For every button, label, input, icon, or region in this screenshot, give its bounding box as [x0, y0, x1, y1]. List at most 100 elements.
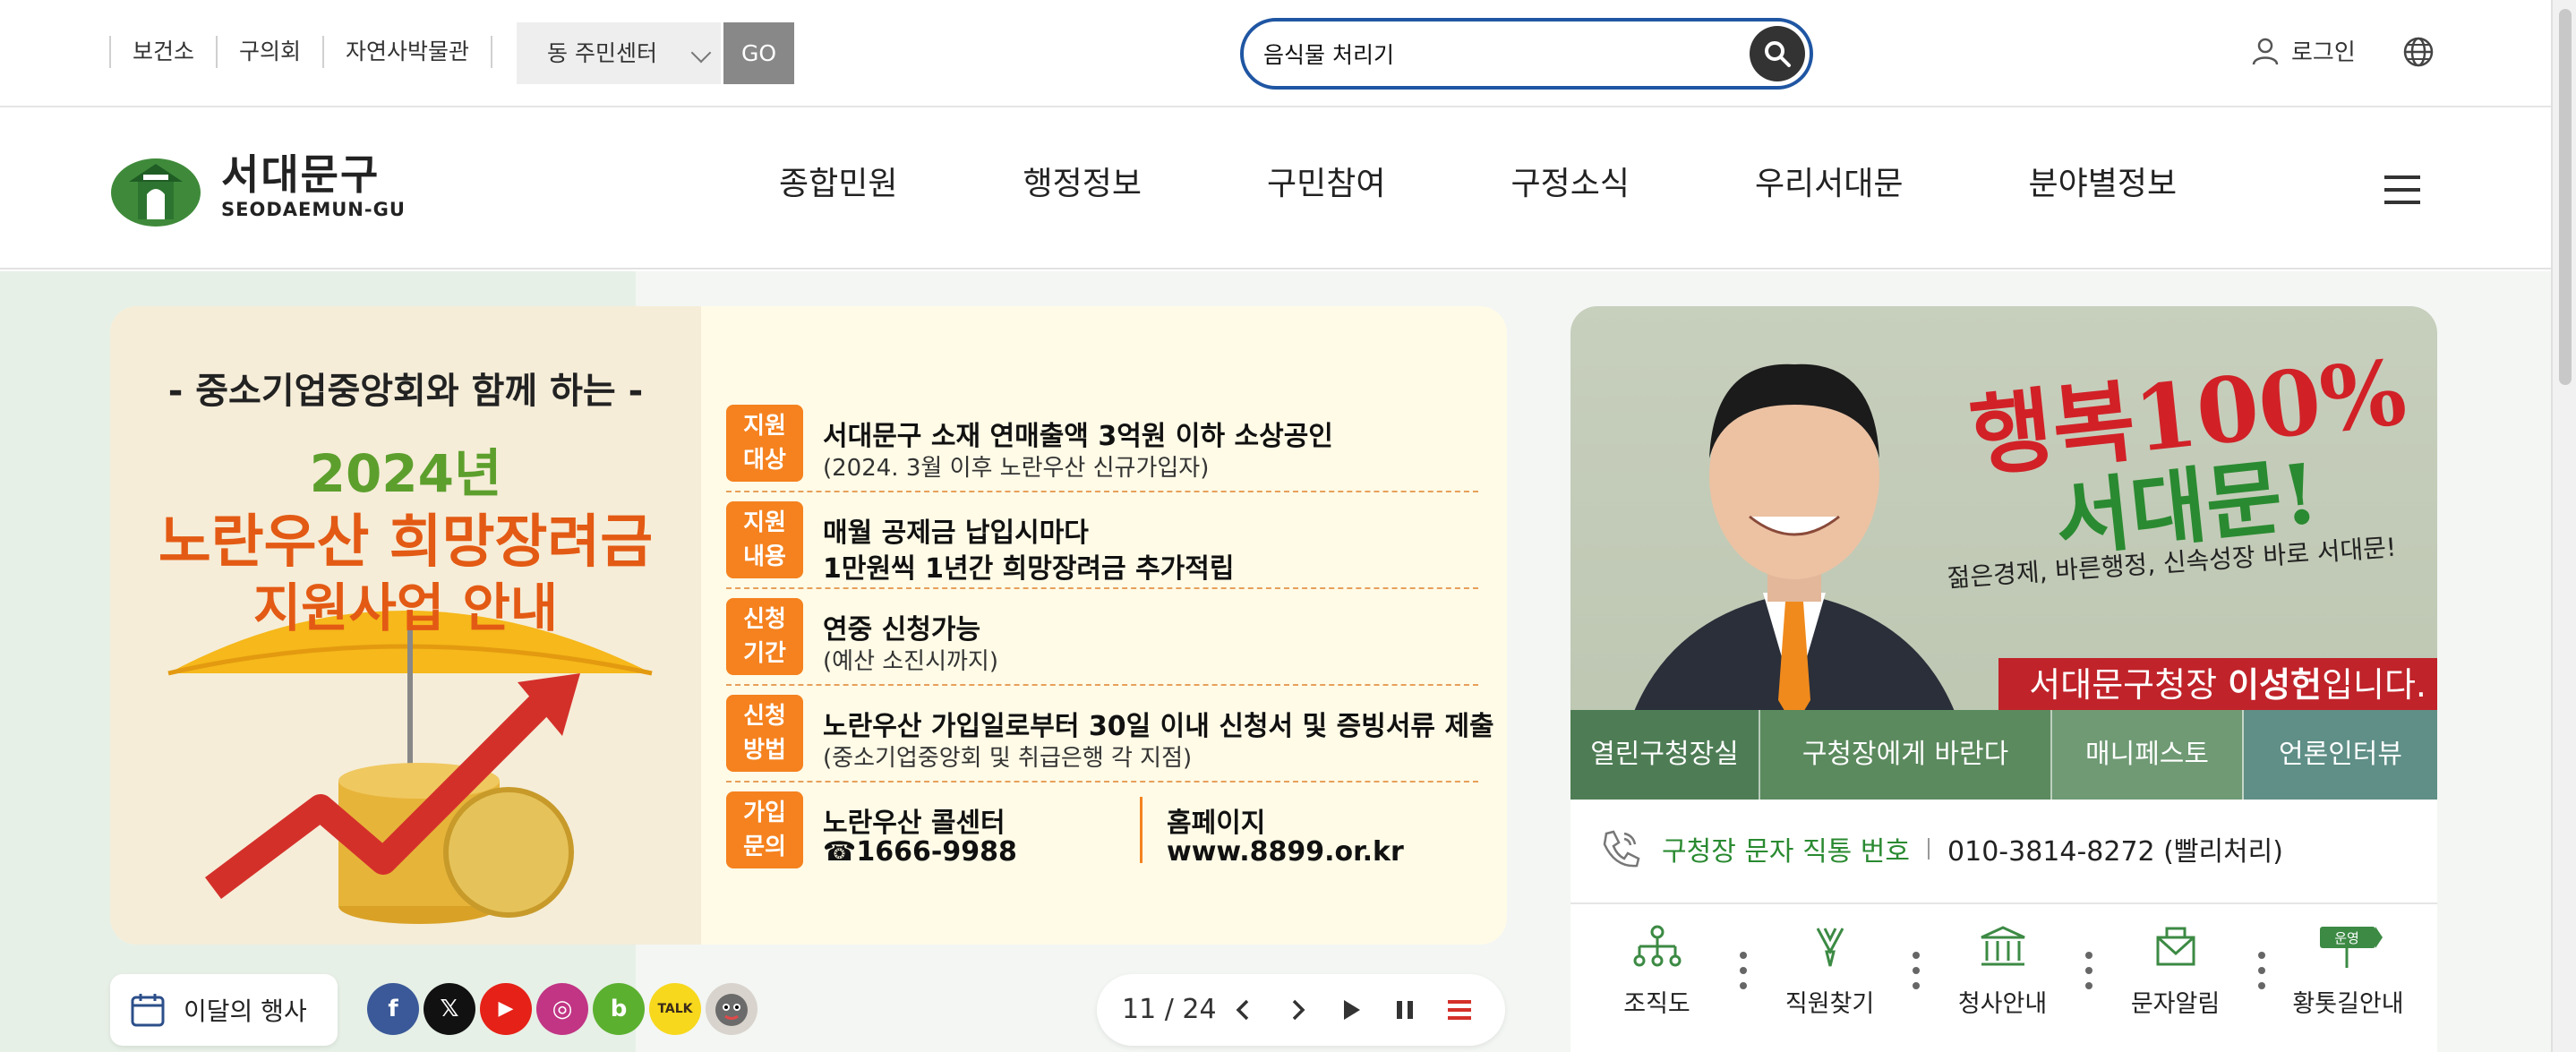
- row-tag: 신청 기간: [726, 598, 803, 675]
- search-box: [1240, 18, 1813, 90]
- quick-links: 조직도 직원찾기 청사안내 문자알림 운영 황톳길안내: [1570, 925, 2437, 1019]
- row-line2: (2024. 3월 이후 노란우산 신규가입자): [823, 455, 1210, 482]
- tab-press-interview[interactable]: 언론인터뷰: [2244, 710, 2437, 800]
- kakaotalk-icon[interactable]: TALK: [649, 983, 701, 1035]
- logo-korean-text: 서대문구: [221, 150, 381, 199]
- quick-link-mud-path[interactable]: 운영 황톳길안내: [2262, 925, 2435, 1019]
- top-link-council[interactable]: 구의회: [216, 36, 322, 68]
- social-links: f 𝕏 ▶ ◎ b TALK: [367, 983, 762, 1035]
- banner-row-method: 신청 방법 노란우산 가입일로부터 30일 이내 신청서 및 증빙서류 제출 (…: [726, 686, 1494, 783]
- banner-row-contact: 가입 문의 노란우산 콜센터 ☎1666-9988 홈페이지 www.8899.…: [726, 783, 1478, 879]
- seodaemun-emblem-icon: [111, 158, 201, 227]
- quick-link-staff-search[interactable]: 직원찾기: [1743, 925, 1920, 1019]
- next-slide-icon[interactable]: [1285, 997, 1310, 1022]
- top-link-museum[interactable]: 자연사박물관: [322, 36, 493, 68]
- row-line2: (예산 소진시까지): [823, 648, 998, 675]
- menu-item-participation[interactable]: 구민참여: [1267, 158, 1385, 204]
- quick-link-org-chart[interactable]: 조직도: [1570, 925, 1747, 1019]
- instagram-icon[interactable]: ◎: [536, 983, 588, 1035]
- hotline-divider: [1928, 838, 1930, 860]
- mayor-info-box: 구청장 문자 직통 번호 010-3814-8272 (빨리처리) 조직도 직원…: [1570, 800, 2437, 1052]
- banner-row-period: 신청 기간 연중 신청가능 (예산 소진시까지): [726, 589, 1478, 686]
- logo-english-text: SEODAEMUN-GU: [221, 198, 406, 220]
- mayor-name: 이성헌: [2228, 665, 2323, 705]
- row-line1: 노란우산 가입일로부터 30일 이내 신청서 및 증빙서류 제출: [823, 711, 1494, 742]
- x-twitter-icon[interactable]: 𝕏: [424, 983, 475, 1035]
- menu-item-admin-info[interactable]: 행정정보: [1023, 158, 1141, 204]
- login-link[interactable]: 로그인: [2252, 34, 2356, 67]
- mayor-name-suffix: 입니다.: [2322, 665, 2426, 705]
- monthly-events-label: 이달의 행사: [184, 996, 307, 1026]
- row-line1: 매월 공제금 납입시마다: [823, 517, 1089, 549]
- search-input[interactable]: [1263, 30, 1729, 77]
- row-tag: 지원 내용: [726, 501, 803, 578]
- menu-item-civil-service[interactable]: 종합민원: [779, 158, 897, 204]
- mayor-name-banner: 서대문구청장 이성헌입니다.: [1998, 658, 2437, 712]
- dong-center-select[interactable]: 동 주민센터: [517, 22, 721, 84]
- banner-row-target: 지원 대상 서대문구 소재 연매출액 3억원 이하 소상공인 (2024. 3월…: [726, 396, 1478, 492]
- menu-item-news[interactable]: 구정소식: [1511, 158, 1629, 204]
- homepage-url: www.8899.or.kr: [1167, 836, 1404, 868]
- blog-icon[interactable]: b: [593, 983, 645, 1035]
- tab-wish-to-mayor[interactable]: 구청장에게 바란다: [1760, 710, 2052, 800]
- row-tag: 가입 문의: [726, 791, 803, 868]
- login-label: 로그인: [2291, 39, 2356, 66]
- top-link-health-center[interactable]: 보건소: [109, 36, 216, 68]
- mayor-name-prefix: 서대문구청장: [2029, 665, 2229, 705]
- signpost-badge: 운영: [2334, 930, 2359, 946]
- mayor-hotline[interactable]: 구청장 문자 직통 번호 010-3814-8272 (빨리처리): [1597, 826, 2283, 871]
- staff-search-icon: [1816, 928, 1844, 967]
- banner-subtitle: - 중소기업중앙회와 함께 하는 -: [167, 371, 644, 412]
- main-banner-slide[interactable]: - 중소기업중앙회와 함께 하는 - 2024년 노란우산 희망장려금 지원사업…: [110, 306, 1507, 945]
- globe-icon[interactable]: [2402, 36, 2435, 68]
- menu-item-field-info[interactable]: 분야별정보: [2029, 158, 2178, 204]
- page-scrollbar[interactable]: [2551, 0, 2576, 1052]
- callcenter-phone: ☎1666-9988: [823, 836, 1017, 868]
- banner-title-line2: 지원사업 안내: [252, 577, 559, 638]
- dong-center-select-value: 동 주민센터: [547, 40, 657, 66]
- row-line1: 연중 신청가능: [823, 614, 981, 646]
- tab-open-mayor-office[interactable]: 열린구청장실: [1570, 710, 1760, 800]
- slide-pager: 11 / 24: [1097, 974, 1505, 1046]
- quick-link-label: 조직도: [1623, 990, 1690, 1018]
- monthly-events-button[interactable]: 이달의 행사: [110, 974, 338, 1046]
- info-divider: [1570, 902, 2437, 904]
- signpost-icon: 운영: [2319, 927, 2383, 968]
- mascot-icon[interactable]: [706, 983, 757, 1035]
- quick-link-building-guide[interactable]: 청사안내: [1916, 925, 2092, 1019]
- mayor-tabs: 열린구청장실 구청장에게 바란다 매니페스토 언론인터뷰: [1570, 710, 2437, 800]
- contact-divider: [1140, 797, 1143, 863]
- banner-row-content: 지원 내용 매월 공제금 납입시마다 1만원씩 1년간 희망장려금 추가적립: [726, 492, 1478, 589]
- tab-manifesto[interactable]: 매니페스토: [2052, 710, 2244, 800]
- calendar-icon: [131, 994, 165, 1027]
- user-icon: [2252, 38, 2279, 64]
- row-tag: 지원 대상: [726, 405, 803, 482]
- search-button[interactable]: [1750, 26, 1805, 81]
- quick-link-label: 황톳길안내: [2292, 990, 2404, 1018]
- top-links: 보건소 구의회 자연사박물관: [109, 36, 493, 68]
- prev-slide-icon[interactable]: [1231, 997, 1256, 1022]
- hamburger-menu-icon[interactable]: [2384, 175, 2420, 204]
- quick-link-message-alert[interactable]: 문자알림: [2089, 925, 2265, 1019]
- site-logo[interactable]: 서대문구 SEODAEMUN-GU: [109, 139, 406, 233]
- slide-list-icon[interactable]: [1446, 997, 1473, 1022]
- banner-left-panel: - 중소기업중앙회와 함께 하는 - 2024년 노란우산 희망장려금 지원사업…: [110, 306, 701, 945]
- go-button[interactable]: GO: [723, 22, 794, 84]
- callcenter-label: 노란우산 콜센터: [823, 808, 1006, 839]
- chevron-down-icon: [690, 42, 712, 64]
- search-icon: [1765, 41, 1791, 67]
- scrollbar-thumb[interactable]: [2559, 9, 2572, 385]
- row-tag: 신청 방법: [726, 695, 803, 772]
- facebook-icon[interactable]: f: [367, 983, 419, 1035]
- homepage-label: 홈페이지: [1167, 808, 1266, 839]
- banner-info-rows: 지원 대상 서대문구 소재 연매출액 3억원 이하 소상공인 (2024. 3월…: [726, 396, 1494, 879]
- play-icon[interactable]: [1339, 997, 1364, 1022]
- pause-icon[interactable]: [1392, 997, 1417, 1022]
- hotline-number: 010-3814-8272 (빨리처리): [1947, 836, 2283, 868]
- youtube-icon[interactable]: ▶: [480, 983, 532, 1035]
- row-line2: 1만원씩 1년간 희망장려금 추가적립: [823, 553, 1235, 585]
- row-line2: (중소기업중앙회 및 취급은행 각 지점): [823, 745, 1193, 772]
- main-menu: 종합민원 행정정보 구민참여 구정소식 우리서대문 분야별정보: [779, 158, 2177, 204]
- top-bar: 보건소 구의회 자연사박물관 동 주민센터 GO 로그인: [0, 0, 2551, 107]
- menu-item-our-seodaemun[interactable]: 우리서대문: [1755, 158, 1904, 204]
